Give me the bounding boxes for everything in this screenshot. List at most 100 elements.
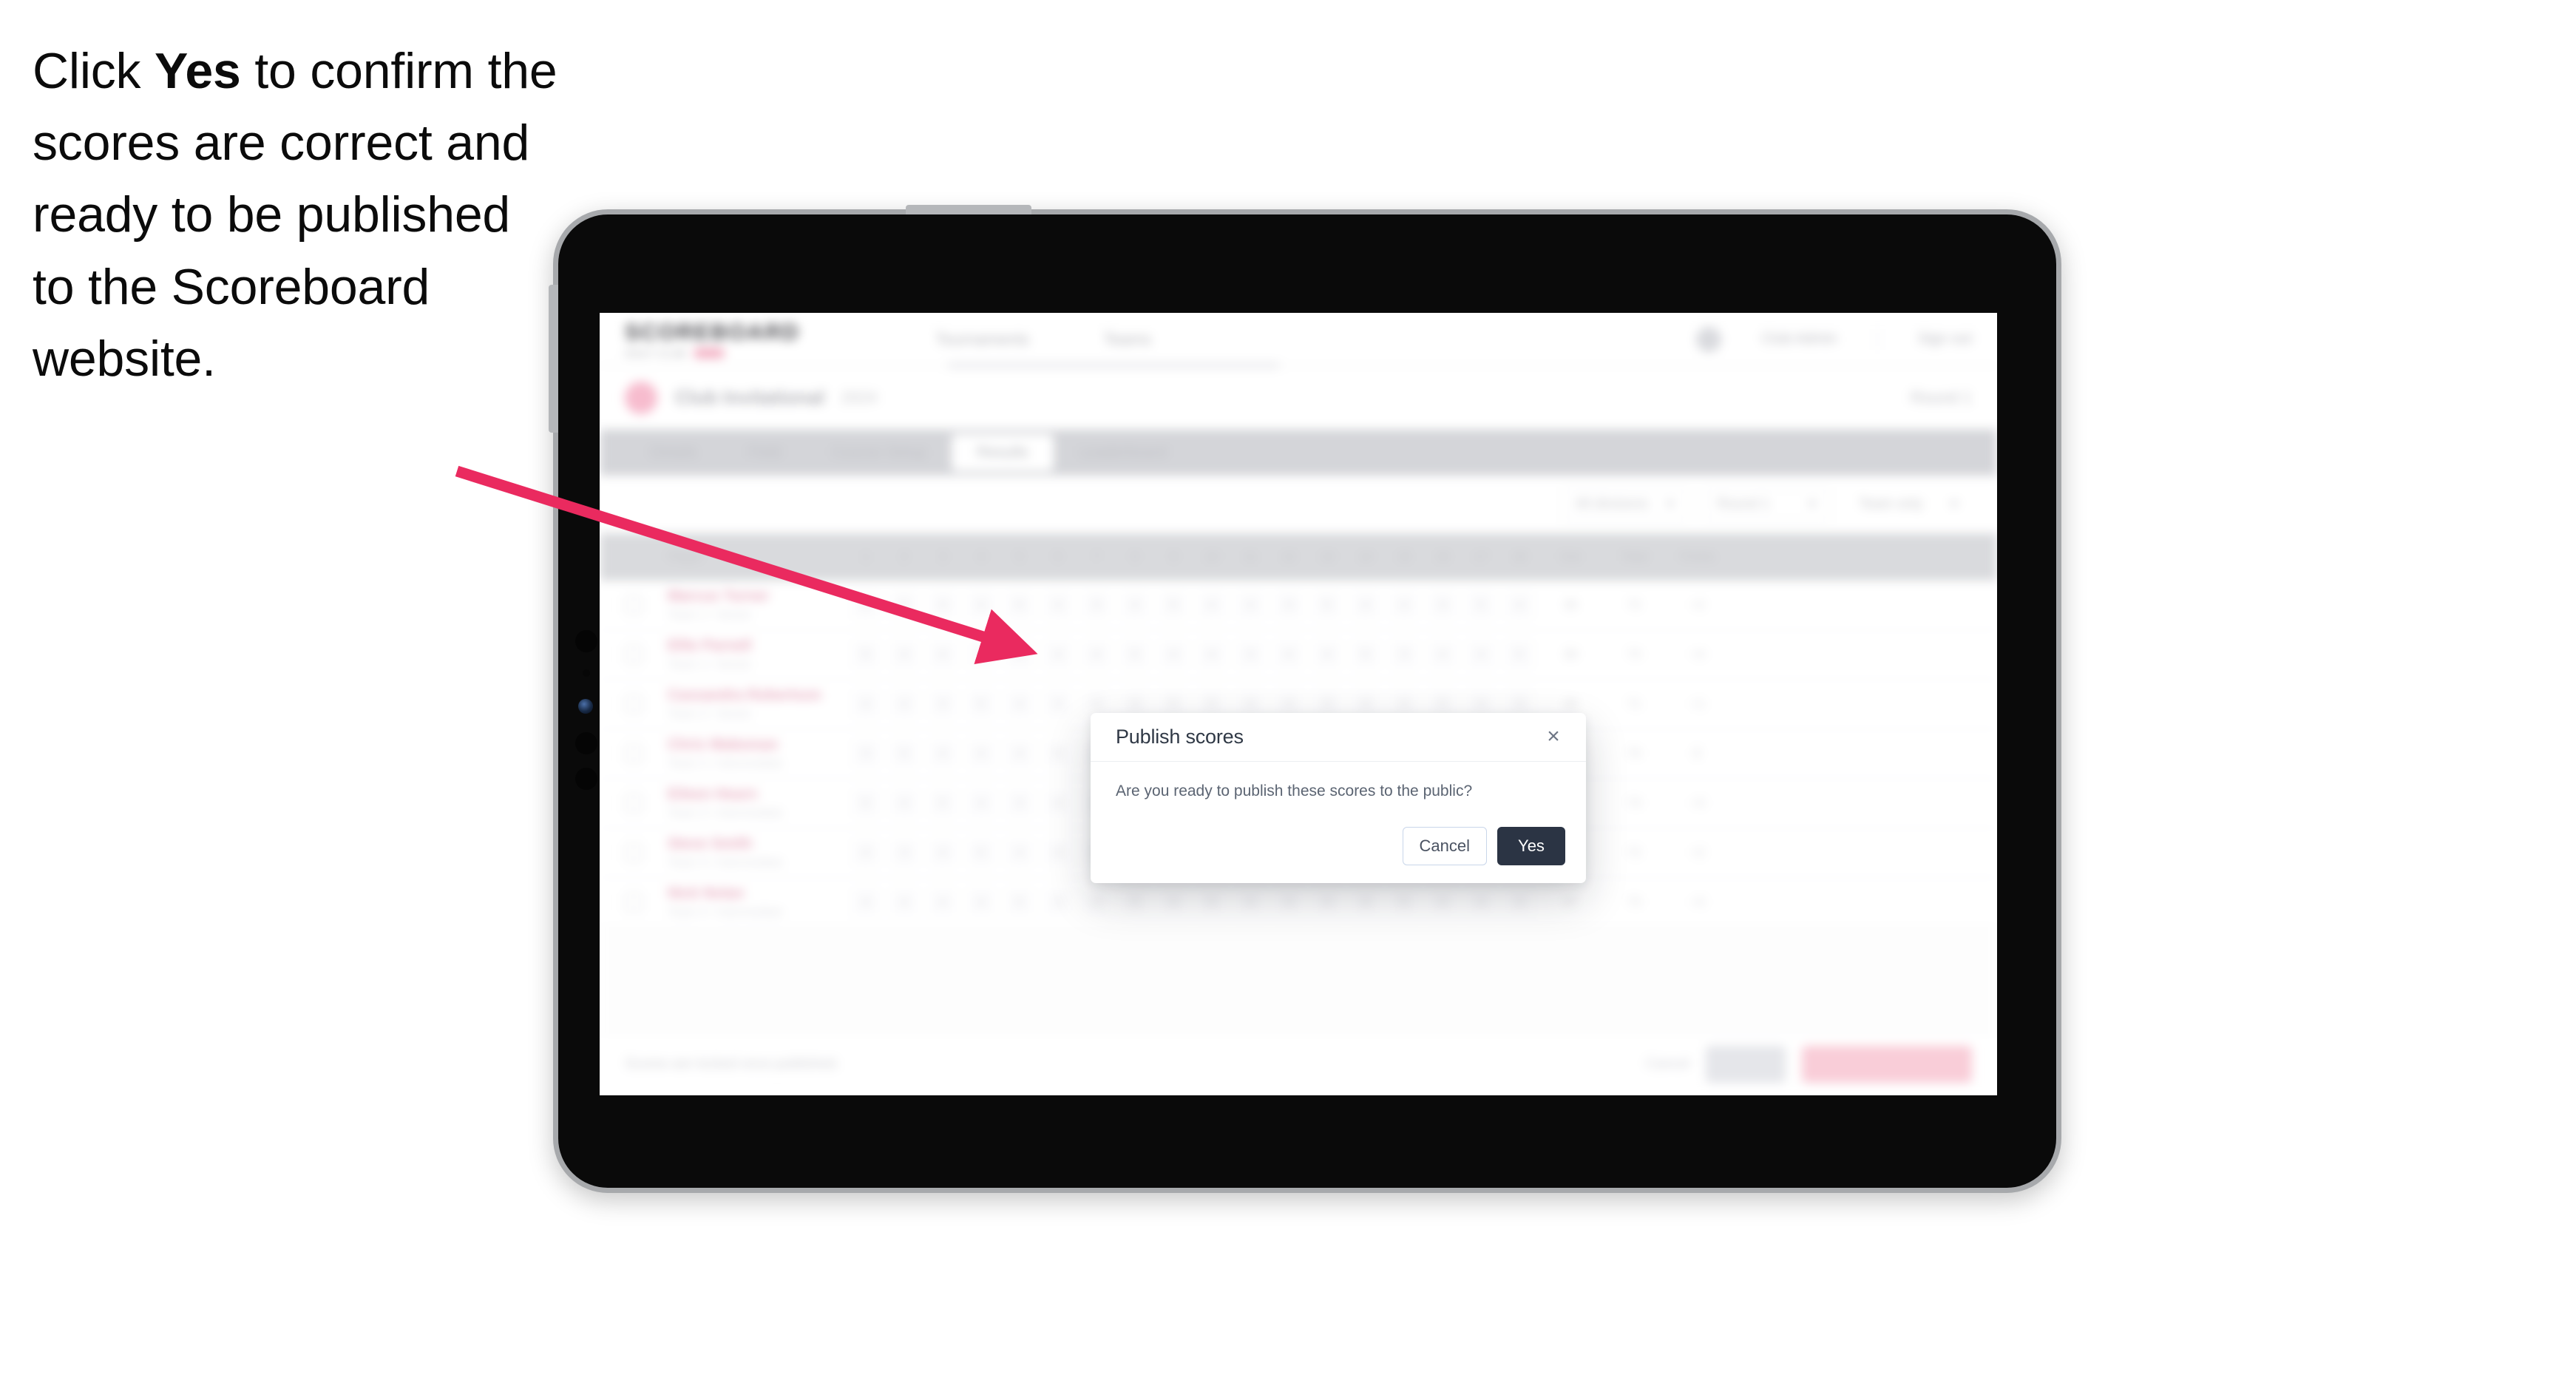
checkbox-icon[interactable]	[625, 844, 643, 862]
score-cell[interactable]: 4	[1423, 888, 1462, 916]
nav-user-name[interactable]: Club Admin	[1761, 331, 1837, 348]
score-cell[interactable]: 3	[885, 839, 923, 867]
score-cell[interactable]: 4	[885, 640, 923, 669]
score-cell[interactable]: 4	[1462, 888, 1500, 916]
tab-course-setup[interactable]: Course Setup	[807, 430, 952, 476]
score-cell[interactable]: 3	[1039, 888, 1077, 916]
tab-field[interactable]: Field	[722, 430, 807, 476]
score-cell[interactable]: 5	[1154, 591, 1193, 619]
score-cell[interactable]: 4	[1039, 591, 1077, 619]
score-cell[interactable]: 4	[1077, 888, 1116, 916]
score-cell[interactable]: 4	[962, 591, 1000, 619]
score-cell[interactable]: 4	[1154, 888, 1193, 916]
filter-round-select[interactable]: Round 1	[1704, 488, 1830, 521]
score-cell[interactable]: 4	[885, 888, 923, 916]
checkbox-icon[interactable]	[625, 646, 643, 663]
score-cell[interactable]: 3	[1500, 888, 1539, 916]
score-cell[interactable]: 4	[1500, 591, 1539, 619]
score-cell[interactable]: 5	[885, 740, 923, 768]
score-cell[interactable]: 5	[962, 839, 1000, 867]
table-row[interactable]: Nick Nolan Team 4 • Intermediate 4 4 4 4 5 3 4 5 4…	[600, 878, 1997, 927]
score-cell[interactable]: 3	[1423, 591, 1462, 619]
score-cell[interactable]: 4	[1423, 640, 1462, 669]
score-cell[interactable]: 4	[962, 888, 1000, 916]
checkbox-icon[interactable]	[625, 596, 643, 614]
score-cell[interactable]: 3	[1270, 888, 1308, 916]
row-checkbox[interactable]	[625, 596, 668, 614]
score-cell[interactable]: 4	[1000, 740, 1039, 768]
score-cell[interactable]: 4	[1385, 591, 1423, 619]
avatar[interactable]	[1696, 326, 1722, 352]
nav-link-tournaments[interactable]: Tournaments	[935, 330, 1029, 349]
score-cell[interactable]: 4	[885, 690, 923, 718]
action-cancel-link[interactable]: Cancel	[1646, 1056, 1689, 1072]
score-cell[interactable]: 5	[1000, 888, 1039, 916]
score-cell[interactable]: 5	[1000, 591, 1039, 619]
score-cell[interactable]: 5	[885, 591, 923, 619]
score-cell[interactable]: 5	[1000, 640, 1039, 669]
score-cell[interactable]: 3	[1270, 591, 1308, 619]
tab-leaderboard[interactable]: Leaderboard	[1054, 430, 1192, 476]
row-checkbox[interactable]	[625, 844, 668, 862]
score-cell[interactable]: 4	[1039, 839, 1077, 867]
filter-division-select[interactable]: All divisions	[1562, 488, 1688, 521]
score-cell[interactable]: 4	[1039, 640, 1077, 669]
score-cell[interactable]: 4	[923, 888, 962, 916]
table-row[interactable]: Marcus Turner Team 1 • Senior 4 5 3 4 5 4 3 4 5 4 4 3…	[600, 581, 1997, 630]
row-checkbox[interactable]	[625, 646, 668, 663]
row-checkbox[interactable]	[625, 794, 668, 812]
score-cell[interactable]: 3	[1231, 640, 1270, 669]
nav-link-teams[interactable]: Teams	[1103, 330, 1151, 349]
score-cell[interactable]: 4	[1346, 591, 1385, 619]
table-row[interactable]: Ellie Parnell Team 1 • Senior 5 4 4 3 5 4 4 5 4 4 3 4…	[600, 630, 1997, 680]
score-cell[interactable]: 4	[847, 888, 885, 916]
row-checkbox[interactable]	[625, 893, 668, 911]
checkbox-icon[interactable]	[625, 893, 643, 911]
score-cell[interactable]: 5	[847, 789, 885, 817]
score-cell[interactable]: 4	[962, 740, 1000, 768]
score-cell[interactable]: 4	[1462, 640, 1500, 669]
score-cell[interactable]: 4	[1193, 591, 1231, 619]
score-cell[interactable]: 4	[923, 740, 962, 768]
checkbox-icon[interactable]	[625, 745, 643, 763]
checkbox-icon[interactable]	[625, 695, 643, 713]
score-cell[interactable]: 3	[923, 591, 962, 619]
score-cell[interactable]: 5	[1193, 888, 1231, 916]
volume-button[interactable]	[549, 285, 558, 433]
score-cell[interactable]: 5	[962, 690, 1000, 718]
score-cell[interactable]: 5	[1346, 640, 1385, 669]
cancel-button[interactable]: Cancel	[1402, 827, 1487, 865]
score-cell[interactable]: 4	[847, 690, 885, 718]
score-cell[interactable]: 3	[1000, 789, 1039, 817]
score-cell[interactable]: 4	[1308, 640, 1346, 669]
checkbox-icon[interactable]	[625, 794, 643, 812]
score-cell[interactable]: 4	[1270, 640, 1308, 669]
score-cell[interactable]: 3	[923, 690, 962, 718]
score-cell[interactable]: 5	[1500, 640, 1539, 669]
score-cell[interactable]: 4	[1231, 591, 1270, 619]
score-cell[interactable]: 4	[1116, 591, 1154, 619]
brand-logo[interactable]: SCOREBOARD GOLF CLUB	[625, 320, 854, 359]
row-checkbox[interactable]	[625, 695, 668, 713]
power-button[interactable]	[906, 205, 1031, 214]
score-cell[interactable]: 4	[847, 839, 885, 867]
score-cell[interactable]: 4	[1308, 888, 1346, 916]
score-cell[interactable]: 3	[962, 640, 1000, 669]
nav-sign-out[interactable]: Sign out	[1918, 331, 1972, 348]
score-cell[interactable]: 5	[1116, 640, 1154, 669]
score-cell[interactable]: 3	[847, 740, 885, 768]
score-cell[interactable]: 4	[1077, 640, 1116, 669]
score-cell[interactable]: 4	[1000, 839, 1039, 867]
score-cell[interactable]: 5	[1462, 591, 1500, 619]
tab-results[interactable]: Results	[952, 434, 1054, 471]
score-cell[interactable]: 4	[923, 640, 962, 669]
score-cell[interactable]: 5	[847, 640, 885, 669]
score-cell[interactable]: 4	[885, 789, 923, 817]
action-save-button[interactable]	[1706, 1045, 1786, 1083]
action-publish-button[interactable]	[1802, 1045, 1972, 1083]
score-cell[interactable]: 5	[1039, 740, 1077, 768]
score-cell[interactable]: 4	[1039, 789, 1077, 817]
score-cell[interactable]: 5	[1385, 888, 1423, 916]
score-cell[interactable]: 5	[923, 789, 962, 817]
score-cell[interactable]: 4	[1346, 888, 1385, 916]
